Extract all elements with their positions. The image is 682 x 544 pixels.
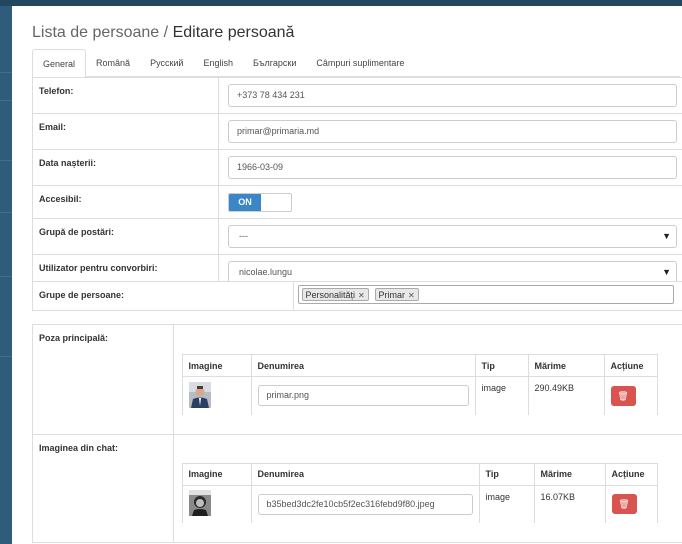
- phone-label: Telefon:: [33, 78, 219, 114]
- table-row: primar.png image 290.49KB 🗑: [181, 376, 658, 415]
- language-tabs: General Română Русский English Български…: [32, 49, 680, 78]
- main-photo-type: image: [474, 376, 529, 415]
- caret-down-icon: ▼: [662, 267, 671, 277]
- chat-image-name-input[interactable]: b35bed3dc2fe10cb5f2ec316febd9f80.jpeg: [257, 493, 473, 515]
- page-title: Lista de persoane / Editare persoană: [32, 24, 294, 42]
- birthdate-input[interactable]: 1966-03-09: [228, 156, 677, 179]
- close-icon[interactable]: ✕: [358, 291, 365, 300]
- breadcrumb-separator: /: [163, 24, 169, 41]
- groups-label: Grupe de persoane:: [33, 282, 294, 310]
- col-header-name: Denumirea: [250, 354, 476, 377]
- col-header-name: Denumirea: [250, 462, 480, 486]
- chat-image-label: Imaginea din chat:: [33, 434, 174, 542]
- table-row: b35bed3dc2fe10cb5f2ec316febd9f80.jpeg im…: [181, 484, 658, 523]
- main-photo-row: Poza principală: Imagine Denumirea Tip M…: [33, 325, 682, 435]
- tab-russian[interactable]: Русский: [140, 49, 193, 77]
- col-header-action: Acțiune: [603, 354, 658, 377]
- accessible-toggle[interactable]: ON: [228, 193, 292, 212]
- chat-image-type: image: [478, 484, 535, 523]
- general-form: Telefon: +373 78 434 231 Email: primar@p…: [32, 77, 682, 291]
- images-box: Poza principală: Imagine Denumirea Tip M…: [32, 324, 682, 543]
- delete-button[interactable]: 🗑: [611, 494, 637, 515]
- post-group-select[interactable]: --- ▼: [228, 225, 677, 248]
- caret-down-icon: ▼: [662, 231, 671, 241]
- form-row-post-group: Grupă de postări: --- ▼: [33, 218, 682, 255]
- email-input[interactable]: primar@primaria.md: [228, 120, 677, 143]
- form-row-birthdate: Data nașterii: 1966-03-09: [33, 149, 682, 186]
- sidebar-divider: [0, 356, 12, 357]
- left-sidebar: [0, 6, 12, 544]
- post-group-label: Grupă de postări:: [33, 218, 219, 255]
- main-photo-name-input[interactable]: primar.png: [257, 385, 469, 407]
- col-header-image: Imagine: [181, 462, 252, 486]
- chat-image-table: Imagine Denumirea Tip Mărime Acțiune b35…: [181, 462, 658, 523]
- sidebar-divider: [0, 212, 12, 213]
- phone-input[interactable]: +373 78 434 231: [228, 84, 677, 107]
- sidebar-divider: [0, 100, 12, 101]
- col-header-size: Mărime: [533, 462, 606, 486]
- col-header-type: Tip: [474, 354, 529, 377]
- form-row-email: Email: primar@primaria.md: [33, 113, 682, 150]
- trash-icon: 🗑: [618, 499, 630, 510]
- birthdate-label: Data nașterii:: [33, 149, 219, 186]
- tag-mayor: Primar ✕: [374, 288, 419, 301]
- chat-user-value: nicolae.lungu: [239, 267, 293, 277]
- sidebar-divider: [0, 276, 12, 277]
- groups-multiselect[interactable]: Personalități ✕ Primar ✕: [297, 285, 674, 304]
- groups-box: Grupe de persoane: Personalități ✕ Primar…: [32, 281, 682, 311]
- breadcrumb-parent[interactable]: Lista de persoane: [32, 24, 159, 41]
- chat-image-size: 16.07KB: [533, 484, 606, 523]
- sidebar-divider: [0, 72, 12, 73]
- tab-general[interactable]: General: [32, 49, 87, 78]
- tab-extra-fields[interactable]: Câmpuri suplimentare: [306, 49, 414, 77]
- accessible-label: Accesibil:: [33, 185, 219, 219]
- delete-button[interactable]: 🗑: [610, 385, 636, 406]
- tag-personalities: Personalități ✕: [301, 288, 369, 301]
- page-content: Lista de persoane / Editare persoană Gen…: [12, 6, 682, 544]
- email-label: Email:: [33, 113, 219, 150]
- col-header-action: Acțiune: [604, 462, 658, 486]
- close-icon[interactable]: ✕: [408, 291, 415, 300]
- main-photo-label: Poza principală:: [33, 325, 174, 435]
- tag-label: Primar: [378, 290, 406, 300]
- col-header-type: Tip: [478, 462, 535, 486]
- col-header-image: Imagine: [181, 354, 252, 377]
- main-photo-size: 290.49KB: [527, 376, 605, 415]
- trash-icon: 🗑: [617, 390, 629, 401]
- breadcrumb-current: Editare persoană: [172, 24, 295, 41]
- main-photo-table: Imagine Denumirea Tip Mărime Acțiune pri…: [181, 354, 658, 415]
- toggle-on-label: ON: [229, 194, 261, 211]
- tag-label: Personalități: [305, 290, 356, 300]
- tab-english[interactable]: English: [193, 49, 243, 77]
- tab-bulgarian[interactable]: Български: [243, 49, 306, 77]
- col-header-size: Mărime: [527, 354, 605, 377]
- sidebar-divider: [0, 160, 12, 161]
- form-row-accessible: Accesibil: ON: [33, 185, 682, 219]
- chat-image-row: Imaginea din chat: Imagine Denumirea Tip…: [33, 434, 682, 542]
- tab-romana[interactable]: Română: [86, 49, 140, 77]
- chat-image-thumbnail: [188, 490, 211, 517]
- form-row-phone: Telefon: +373 78 434 231: [33, 78, 682, 114]
- main-photo-thumbnail: [188, 381, 211, 408]
- post-group-value: ---: [239, 231, 248, 241]
